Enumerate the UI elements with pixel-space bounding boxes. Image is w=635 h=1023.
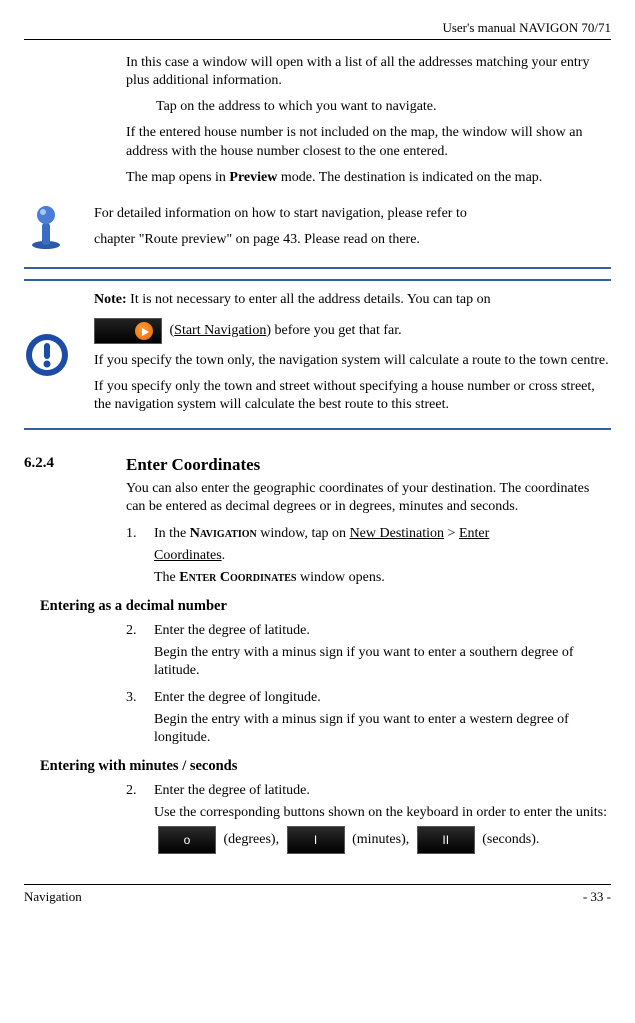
note-text: Note: It is not necessary to enter all t…	[94, 287, 611, 422]
enter-coords-smallcaps: Enter Coordinates	[179, 570, 296, 585]
unit-buttons-row: o (degrees), I (minutes), II (seconds).	[154, 826, 611, 854]
degrees-key-icon[interactable]: o	[158, 826, 216, 854]
m-step2-num: 2.	[126, 782, 137, 800]
section-header-row: 6.2.4 Enter Coordinates	[24, 454, 611, 476]
minutes-step-2: 2. Enter the degree of latitude. Use the…	[126, 782, 611, 854]
intro-p3: If the entered house number is not inclu…	[126, 124, 611, 160]
minutes-key-icon[interactable]: I	[287, 826, 345, 854]
info-icon-col	[24, 201, 94, 251]
note-p3: If you specify only the town and street …	[94, 378, 611, 414]
d-step2-num: 2.	[126, 622, 137, 640]
manual-title: User's manual NAVIGON 70/71	[442, 20, 611, 35]
minutes-steps: 2. Enter the degree of latitude. Use the…	[126, 782, 611, 854]
step1-after-c: window opens.	[297, 570, 385, 585]
info-pin-icon	[24, 201, 68, 251]
step1-gt: >	[444, 526, 459, 541]
info-line1: For detailed information on how to start…	[94, 205, 611, 223]
footer-right: - 33 -	[583, 889, 611, 906]
section-body: You can also enter the geographic coordi…	[126, 480, 611, 587]
footer-left: Navigation	[24, 889, 82, 906]
step1-after: The Enter Coordinates window opens.	[154, 569, 611, 587]
start-nav-link: Start Navigation	[174, 323, 266, 338]
intro-p1: In this case a window will open with a l…	[126, 54, 611, 90]
step1-period: .	[222, 548, 226, 563]
step1-a: In the	[154, 526, 190, 541]
note-start-nav-row: (Start Navigation) before you get that f…	[94, 318, 611, 344]
note-icon-col	[24, 332, 94, 378]
seconds-key-icon[interactable]: II	[417, 826, 475, 854]
step1-b: window, tap on	[257, 526, 350, 541]
note-p1-text: It is not necessary to enter all the add…	[127, 292, 491, 307]
preview-bold: Preview	[229, 170, 277, 185]
d-step3-text: Enter the degree of longitude.	[154, 690, 321, 705]
subhead-minutes: Entering with minutes / seconds	[40, 757, 611, 776]
decimal-step-3: 3. Enter the degree of longitude. Begin …	[126, 689, 611, 748]
note-p1: Note: It is not necessary to enter all t…	[94, 291, 611, 309]
page-header: User's manual NAVIGON 70/71	[24, 20, 611, 40]
decimal-steps: 2. Enter the degree of latitude. Begin t…	[126, 622, 611, 747]
note-lead: Note:	[94, 292, 127, 307]
intro-p2: Tap on the address to which you want to …	[126, 98, 611, 116]
steps-primary: 1. In the Navigation window, tap on New …	[126, 525, 611, 588]
minutes-label: (minutes),	[349, 833, 413, 848]
info-text: For detailed information on how to start…	[94, 201, 611, 257]
enter-link-b: Coordinates	[154, 548, 222, 563]
note-exclamation-icon	[24, 332, 70, 378]
decimal-step-2: 2. Enter the degree of latitude. Begin t…	[126, 622, 611, 681]
page-footer: Navigation - 33 -	[24, 884, 611, 906]
intro-p4c: mode. The destination is indicated on th…	[277, 170, 542, 185]
navigation-smallcaps: Navigation	[190, 526, 257, 541]
new-destination-link: New Destination	[350, 526, 444, 541]
enter-link-a: Enter	[459, 526, 489, 541]
note-p1b: before you get that far.	[271, 323, 402, 338]
d-step2-sub: Begin the entry with a minus sign if you…	[154, 644, 611, 680]
m-step2-sub: Use the corresponding buttons shown on t…	[154, 804, 611, 822]
d-step3-sub: Begin the entry with a minus sign if you…	[154, 711, 611, 747]
step1-num: 1.	[126, 525, 137, 543]
seconds-label: (seconds).	[479, 833, 540, 848]
step-1: 1. In the Navigation window, tap on New …	[126, 525, 611, 588]
section-intro: You can also enter the geographic coordi…	[126, 480, 611, 516]
section-number: 6.2.4	[24, 454, 126, 476]
m-step2-text: Enter the degree of latitude.	[154, 783, 310, 798]
subhead-decimal: Entering as a decimal number	[40, 597, 611, 616]
section-title: Enter Coordinates	[126, 454, 260, 476]
d-step3-num: 3.	[126, 689, 137, 707]
start-navigation-button-icon[interactable]	[94, 318, 162, 344]
step1-line2: Coordinates.	[154, 547, 611, 565]
note-p2: If you specify the town only, the naviga…	[94, 352, 611, 370]
info-line2: chapter "Route preview" on page 43. Plea…	[94, 231, 611, 249]
steps-decimal: 2. Enter the degree of latitude. Begin t…	[126, 622, 611, 747]
degrees-label: (degrees),	[220, 833, 283, 848]
note-callout: Note: It is not necessary to enter all t…	[24, 279, 611, 430]
info-callout: For detailed information on how to start…	[24, 201, 611, 269]
d-step2-text: Enter the degree of latitude.	[154, 623, 310, 638]
steps-minutes: 2. Enter the degree of latitude. Use the…	[126, 782, 611, 854]
step1-after-a: The	[154, 570, 179, 585]
intro-p4: The map opens in Preview mode. The desti…	[126, 169, 611, 187]
intro-p4a: The map opens in	[126, 170, 229, 185]
intro-content: In this case a window will open with a l…	[126, 54, 611, 187]
